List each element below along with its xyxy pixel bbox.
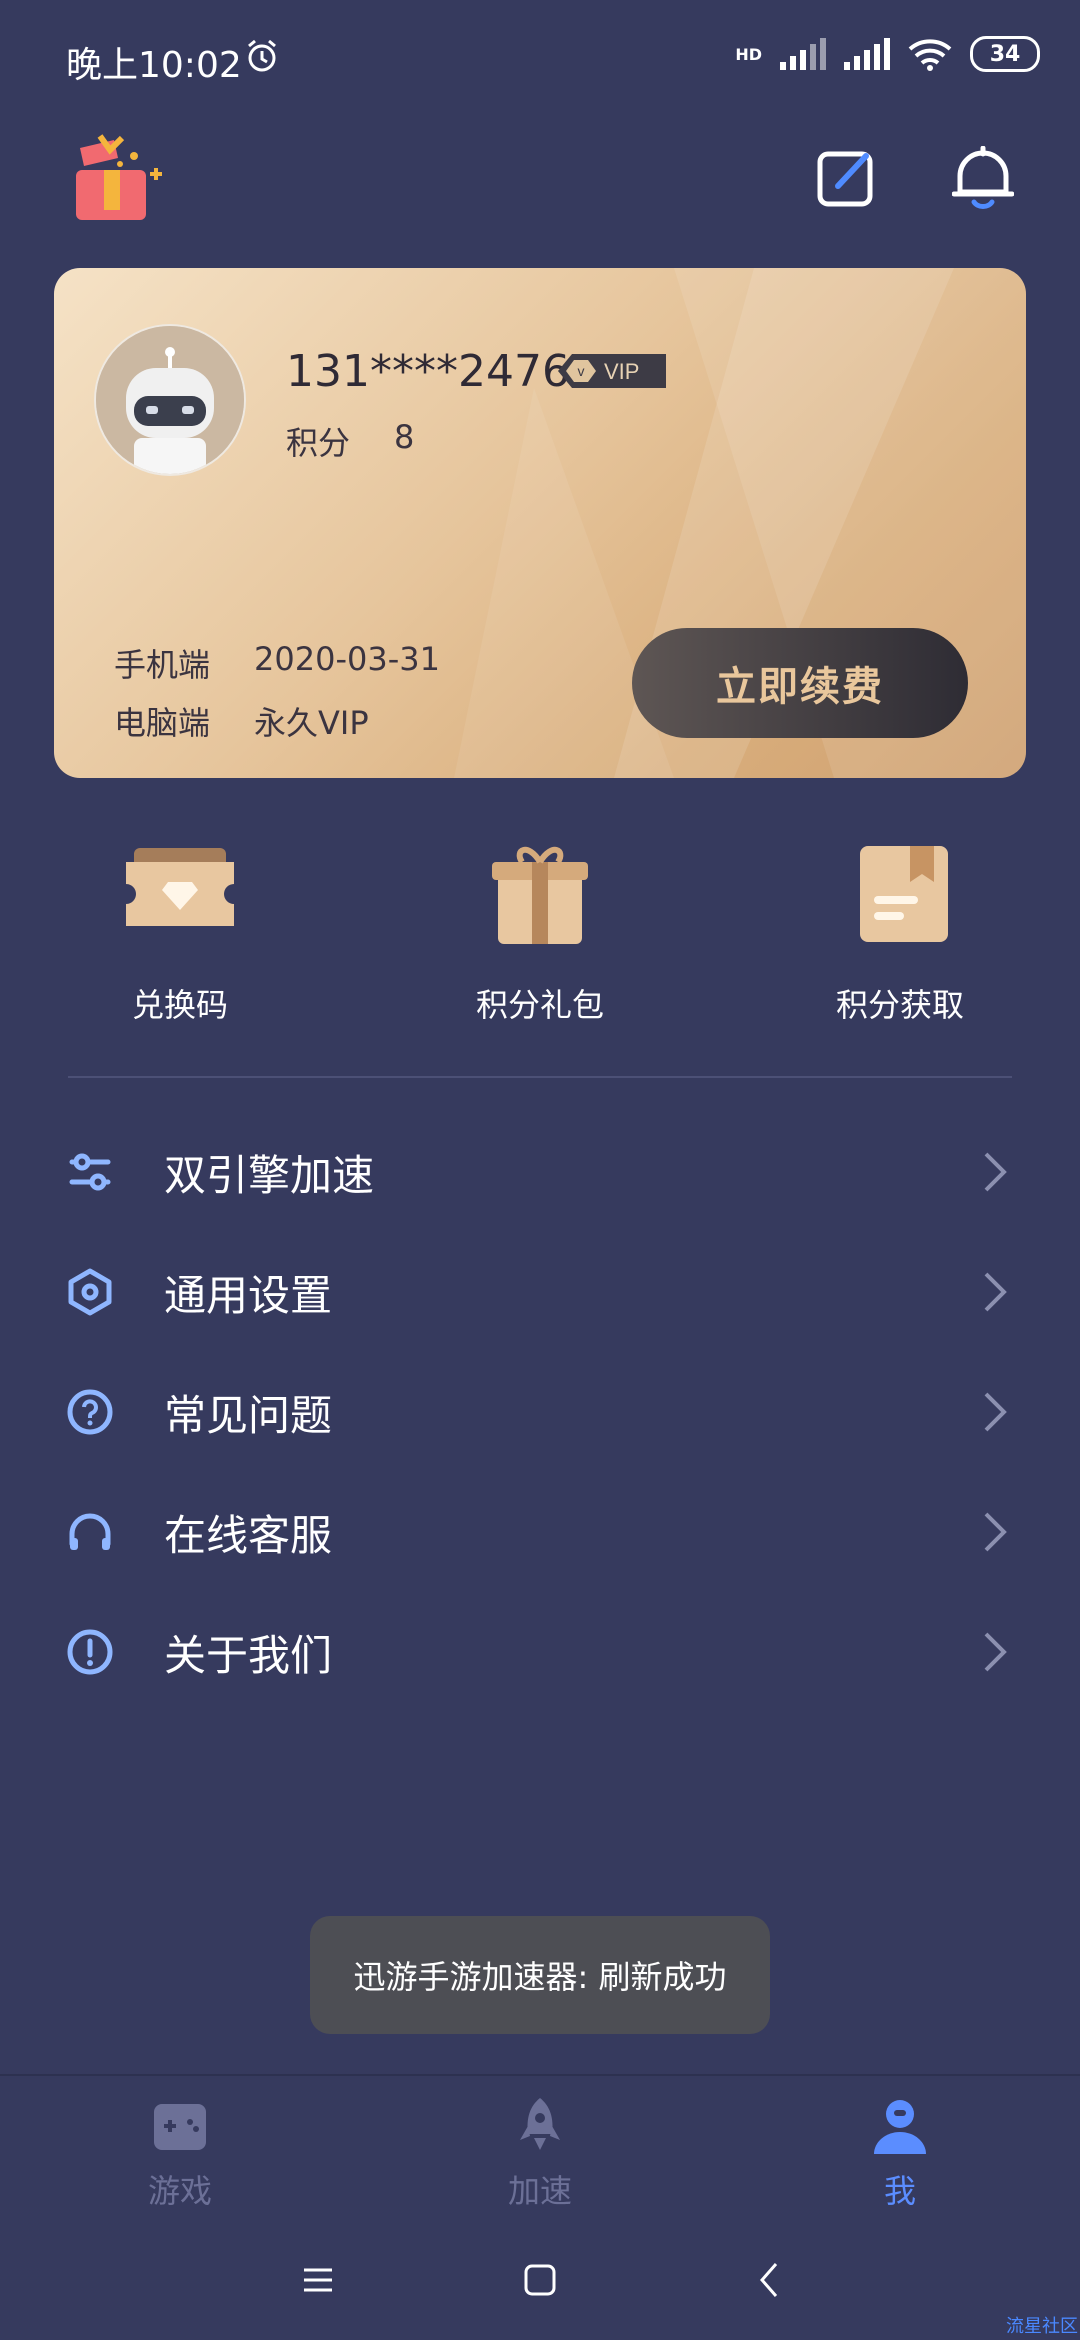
menu-item-general-settings[interactable]: 通用设置 — [0, 1237, 1080, 1347]
robot-avatar-icon — [96, 326, 244, 474]
menu-item-dual-engine[interactable]: 双引擎加速 — [0, 1117, 1080, 1227]
gift-logo-icon[interactable] — [70, 130, 166, 226]
dual-engine-icon — [69, 1153, 111, 1191]
ticket-icon — [126, 848, 234, 926]
bottom-tab-bar: 游戏 加速 我 — [0, 2074, 1080, 2226]
system-navigation-bar: 流星社区 — [0, 2224, 1080, 2340]
menu-item-label: 在线客服 — [164, 1510, 333, 1560]
quick-action-label: 兑换码 — [131, 986, 228, 1024]
info-icon — [67, 1629, 113, 1675]
headset-icon — [69, 1513, 111, 1550]
watermark: 流星社区 — [1006, 2316, 1078, 2337]
mobile-expiry-label: 手机端 — [114, 646, 211, 684]
menu-item-label: 常见问题 — [164, 1390, 333, 1440]
question-icon — [67, 1389, 113, 1435]
vip-membership-card: 131****2476 v VIP 积分 8 手机端 2020-03-31 电脑… — [54, 268, 1026, 778]
menu-item-label: 双引擎加速 — [164, 1150, 375, 1200]
tab-label: 游戏 — [147, 2172, 212, 2210]
menu-item-online-service[interactable]: 在线客服 — [0, 1477, 1080, 1587]
menu-item-about-us[interactable]: 关于我们 — [0, 1597, 1080, 1707]
hd-label: HD — [735, 44, 762, 64]
tab-label: 加速 — [507, 2172, 572, 2210]
home-icon[interactable] — [520, 2260, 560, 2300]
status-time: 晚上10:02 — [66, 45, 242, 86]
user-phone-number: 131****2476 — [286, 346, 570, 397]
quick-action-label: 积分获取 — [835, 986, 964, 1024]
vip-badge-letter: v — [578, 363, 585, 379]
rocket-icon — [520, 2098, 560, 2150]
signal-icon — [844, 38, 890, 70]
quick-action-points-gift[interactable]: 积分礼包 — [420, 838, 660, 1026]
pc-expiry-value: 永久VIP — [254, 704, 369, 742]
chevron-right-icon — [984, 1392, 1007, 1432]
bookmark-book-icon — [860, 846, 948, 942]
section-divider — [68, 1076, 1012, 1078]
status-indicators: HD 34 — [735, 36, 1040, 72]
chevron-right-icon — [984, 1152, 1007, 1192]
battery-indicator: 34 — [970, 36, 1040, 72]
toast-message: 迅游手游加速器: 刷新成功 — [310, 1916, 770, 2034]
chevron-right-icon — [984, 1512, 1007, 1552]
wifi-icon — [908, 39, 952, 71]
notification-bell-icon[interactable] — [952, 146, 1014, 212]
vip-badge: v VIP — [558, 354, 666, 388]
pc-expiry-label: 电脑端 — [114, 704, 211, 742]
mobile-expiry-value: 2020-03-31 — [254, 640, 440, 678]
chevron-right-icon — [984, 1632, 1007, 1672]
quick-action-label: 积分礼包 — [475, 986, 604, 1024]
quick-action-earn-points[interactable]: 积分获取 — [780, 838, 1020, 1026]
signal-icon — [780, 38, 826, 70]
user-icon — [874, 2100, 926, 2154]
alarm-clock-icon — [248, 39, 276, 72]
tab-label: 我 — [883, 2172, 916, 2210]
gamepad-icon — [154, 2104, 206, 2150]
gift-box-icon — [492, 847, 588, 944]
avatar[interactable] — [94, 324, 246, 476]
hexagon-settings-icon — [68, 1268, 112, 1316]
renew-button[interactable]: 立即续费 — [632, 628, 968, 738]
tab-games[interactable]: 游戏 — [80, 2096, 280, 2212]
quick-action-redeem-code[interactable]: 兑换码 — [60, 838, 300, 1026]
points-label: 积分 — [286, 424, 351, 462]
vip-badge-text: VIP — [604, 359, 639, 384]
menu-item-faq[interactable]: 常见问题 — [0, 1357, 1080, 1467]
tab-me[interactable]: 我 — [800, 2096, 1000, 2212]
back-icon[interactable] — [750, 2260, 790, 2300]
menu-item-label: 关于我们 — [164, 1630, 333, 1680]
tab-boost[interactable]: 加速 — [440, 2096, 640, 2212]
menu-item-label: 通用设置 — [164, 1270, 333, 1320]
points-value: 8 — [394, 418, 415, 456]
recent-apps-icon[interactable] — [298, 2260, 338, 2300]
edit-icon[interactable] — [816, 148, 876, 208]
chevron-right-icon — [984, 1272, 1007, 1312]
